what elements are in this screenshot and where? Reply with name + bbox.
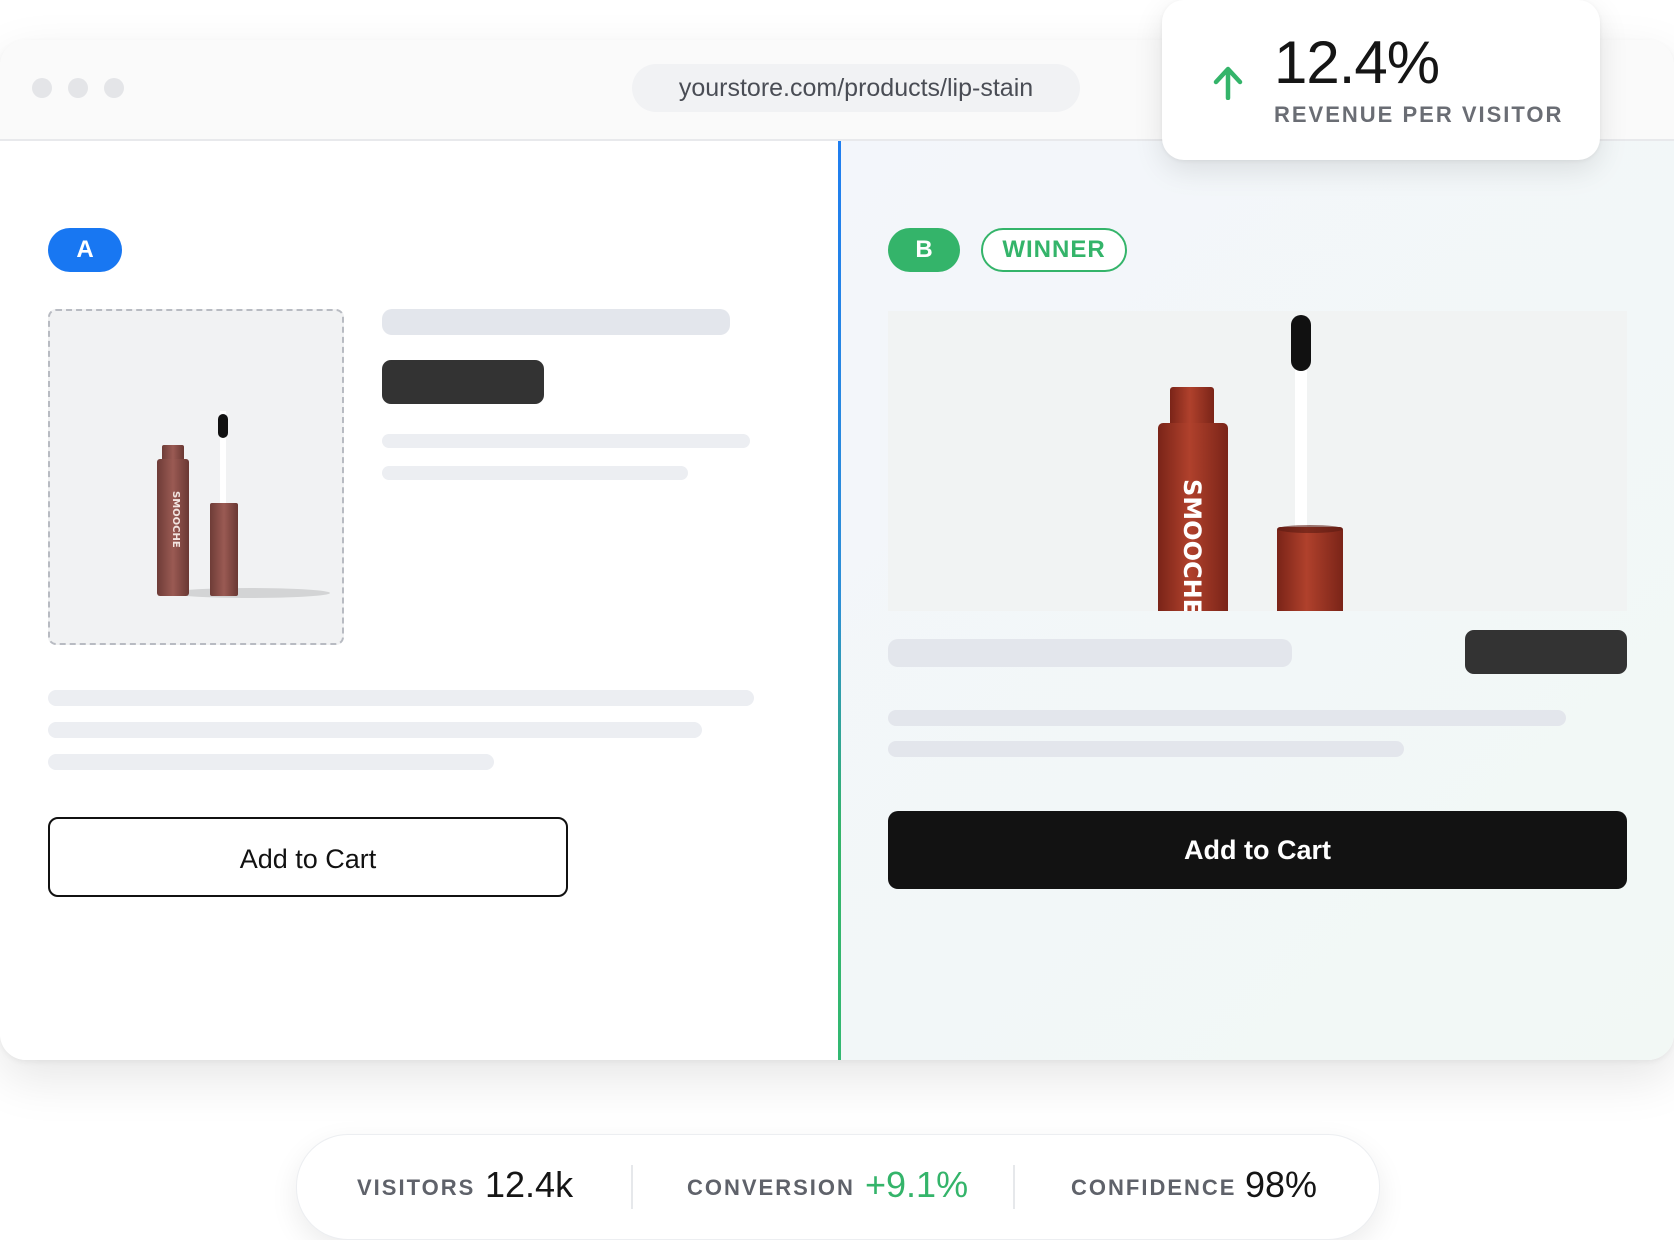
stats-bar: VISITORS 12.4k CONVERSION +9.1% CONFIDEN… xyxy=(296,1134,1380,1240)
window-dot-close[interactable] xyxy=(32,78,52,98)
url-bar[interactable]: yourstore.com/products/lip-stain xyxy=(632,64,1080,112)
title-skeleton xyxy=(382,309,730,335)
revenue-lift-value: 12.4% xyxy=(1274,29,1440,96)
variant-b-badge: B xyxy=(888,228,960,272)
winner-badge: WINNER xyxy=(981,228,1127,272)
browser-window: yourstore.com/products/lip-stain A SMOOC… xyxy=(0,40,1674,1060)
brand-text-a: SMOOCHE xyxy=(170,491,181,548)
variant-b-pane: B WINNER SMOOCHE Add to Cart xyxy=(841,141,1674,1060)
description-skeleton xyxy=(888,741,1404,757)
stat-separator xyxy=(631,1165,633,1209)
revenue-metric-card: 12.4% REVENUE PER VISITOR xyxy=(1162,0,1600,160)
title-skeleton xyxy=(888,639,1292,667)
price-skeleton xyxy=(382,360,544,404)
variant-a-pane: A SMOOCHE Add to Cart xyxy=(0,141,838,1060)
conversion-value: +9.1% xyxy=(865,1164,969,1205)
window-dot-maximize[interactable] xyxy=(104,78,124,98)
conversion-label: CONVERSION xyxy=(687,1175,855,1200)
lip-stain-image-a: SMOOCHE xyxy=(157,411,330,598)
window-dot-minimize[interactable] xyxy=(68,78,88,98)
description-skeleton xyxy=(48,754,494,770)
variant-b-product-image: SMOOCHE xyxy=(888,311,1627,611)
variant-a-badge: A xyxy=(48,228,122,272)
description-skeleton xyxy=(48,722,702,738)
visitors-label: VISITORS xyxy=(357,1175,476,1200)
variant-a-product-image: SMOOCHE xyxy=(48,309,344,645)
text-skeleton xyxy=(382,434,750,448)
text-skeleton xyxy=(382,466,688,480)
price-skeleton xyxy=(1465,630,1627,674)
add-to-cart-button-b[interactable]: Add to Cart xyxy=(888,811,1627,889)
add-to-cart-button-a[interactable]: Add to Cart xyxy=(48,817,568,897)
arrow-up-icon xyxy=(1213,66,1243,100)
lip-stain-image-b: SMOOCHE xyxy=(1158,315,1343,611)
description-skeleton xyxy=(48,690,754,706)
revenue-lift-label: REVENUE PER VISITOR xyxy=(1274,102,1564,127)
confidence-label: CONFIDENCE xyxy=(1071,1175,1237,1200)
confidence-value: 98% xyxy=(1245,1164,1318,1205)
description-skeleton xyxy=(888,710,1566,726)
brand-text-b: SMOOCHE xyxy=(1178,479,1206,611)
stat-separator xyxy=(1013,1165,1015,1209)
visitors-value: 12.4k xyxy=(485,1164,574,1205)
